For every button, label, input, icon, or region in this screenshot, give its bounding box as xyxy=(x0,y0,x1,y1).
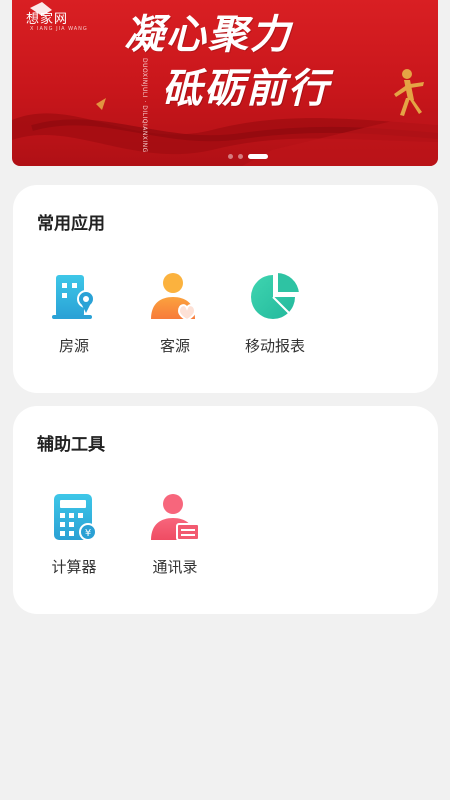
tools-title: 辅助工具 xyxy=(37,435,105,455)
app-mobile-report[interactable]: 移动报表 xyxy=(225,271,325,356)
tools-card: 辅助工具 ¥ 计算器 通讯录 xyxy=(13,406,438,614)
app-label: 移动报表 xyxy=(244,337,305,355)
tool-label: 计算器 xyxy=(51,558,97,576)
banner-vertical-text: DUOXINJULI · DILIQIANXING xyxy=(141,58,148,153)
tool-calculator[interactable]: ¥ 计算器 xyxy=(24,492,124,577)
app-clients[interactable]: 客源 xyxy=(125,271,225,356)
app-listings[interactable]: 房源 xyxy=(24,271,124,356)
person-heart-icon xyxy=(149,271,201,323)
banner-slogan-line1: 凝心聚力 xyxy=(124,11,292,58)
contacts-icon xyxy=(149,492,201,544)
calculator-icon: ¥ xyxy=(48,492,100,544)
carousel-indicator xyxy=(228,154,268,159)
pie-chart-icon xyxy=(249,271,301,323)
app-label: 房源 xyxy=(58,337,89,355)
promo-banner[interactable]: 想家网 X IANG JIA WANG 凝心聚力 DUOXINJULI · DI… xyxy=(12,0,438,166)
svg-text:¥: ¥ xyxy=(85,528,91,539)
common-apps-card: 常用应用 房源 客源 移动报表 xyxy=(13,185,438,393)
common-apps-title: 常用应用 xyxy=(37,214,105,234)
banner-logo: 想家网 xyxy=(26,12,69,27)
carousel-dot[interactable] xyxy=(238,154,243,159)
carousel-dot-active[interactable] xyxy=(248,154,268,159)
app-label: 客源 xyxy=(159,337,190,355)
tool-label: 通讯录 xyxy=(152,558,198,576)
building-location-icon xyxy=(48,271,100,323)
banner-logo-subtitle: X IANG JIA WANG xyxy=(30,26,88,32)
carousel-dot[interactable] xyxy=(228,154,233,159)
tool-contacts[interactable]: 通讯录 xyxy=(125,492,225,577)
banner-slogan-line2: 砥砺前行 xyxy=(162,65,330,112)
